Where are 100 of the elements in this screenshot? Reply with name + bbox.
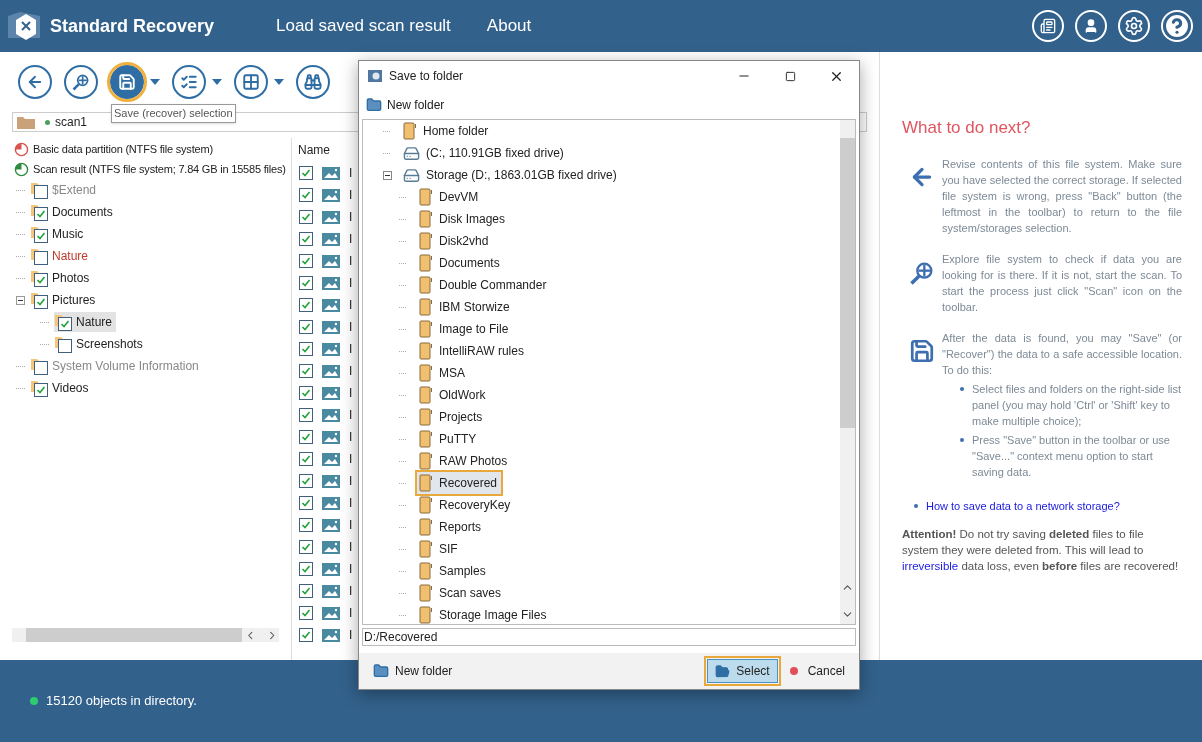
file-name[interactable]: I — [349, 362, 353, 380]
file-name[interactable]: I — [349, 538, 353, 556]
find-button[interactable] — [296, 65, 330, 99]
tree-item[interactable]: (C:, 110.91GB fixed drive) — [401, 142, 568, 164]
checkbox[interactable] — [299, 232, 313, 246]
select-button[interactable]: Select — [707, 659, 778, 683]
tree-item[interactable]: PuTTY — [417, 428, 481, 450]
folder-label[interactable]: Pictures — [52, 291, 96, 309]
checkbox[interactable] — [34, 361, 48, 375]
save-button[interactable] — [110, 65, 144, 99]
checkbox[interactable] — [34, 273, 48, 287]
file-name[interactable]: I — [349, 340, 353, 358]
tree-item[interactable]: Reports — [417, 516, 486, 538]
tree-item[interactable]: Storage Image Files — [417, 604, 551, 624]
tree-item[interactable]: SIF — [417, 538, 462, 560]
checkbox[interactable] — [299, 496, 313, 510]
checkbox[interactable] — [58, 339, 72, 353]
tree-item[interactable]: Double Commander — [417, 274, 551, 296]
checkbox[interactable] — [299, 518, 313, 532]
checkbox[interactable] — [299, 342, 313, 356]
partition-label[interactable]: Basic data partition (NTFS file system) — [33, 140, 213, 158]
nav-link[interactable]: Load saved scan result — [276, 13, 451, 39]
checkbox[interactable] — [299, 452, 313, 466]
tree-item[interactable]: Documents — [417, 252, 504, 274]
file-name[interactable]: I — [349, 164, 353, 182]
file-name[interactable]: I — [349, 516, 353, 534]
checkbox[interactable] — [34, 251, 48, 265]
tree-item[interactable]: IBM Storwize — [417, 296, 514, 318]
tree-item[interactable]: Disk2vhd — [417, 230, 493, 252]
scan-button[interactable] — [64, 65, 98, 99]
tree-item[interactable]: IntelliRAW rules — [417, 340, 528, 362]
file-name[interactable]: I — [349, 472, 353, 490]
checkbox[interactable] — [299, 320, 313, 334]
checkbox[interactable] — [299, 606, 313, 620]
scrollbar-thumb[interactable] — [26, 628, 242, 642]
checkbox[interactable] — [299, 254, 313, 268]
help-button[interactable] — [1161, 10, 1193, 42]
folder-label[interactable]: System Volume Information — [52, 357, 199, 375]
folder-label[interactable]: Music — [52, 225, 84, 243]
back-button[interactable] — [18, 65, 52, 99]
path-field[interactable]: D:/Recovered — [362, 628, 856, 646]
checkbox[interactable] — [299, 298, 313, 312]
irreversible-link[interactable]: irreversible — [902, 560, 959, 572]
tree-item[interactable]: Projects — [417, 406, 487, 428]
checkbox[interactable] — [299, 364, 313, 378]
help-link[interactable]: How to save data to a network storage? — [926, 498, 1120, 514]
file-name[interactable]: I — [349, 560, 353, 578]
tree-item[interactable]: Scan saves — [417, 582, 506, 604]
checkbox[interactable] — [34, 295, 48, 309]
tree-item[interactable]: DevVM — [417, 186, 483, 208]
checkbox[interactable] — [299, 188, 313, 202]
file-name[interactable]: I — [349, 604, 353, 622]
checkbox[interactable] — [299, 628, 313, 642]
folder-label[interactable]: Photos — [52, 269, 90, 287]
folder-label[interactable]: Videos — [52, 379, 89, 397]
tree-item[interactable]: Image to File — [417, 318, 513, 340]
checkbox[interactable] — [299, 166, 313, 180]
collapse-toggle[interactable] — [383, 170, 392, 180]
checkbox[interactable] — [299, 584, 313, 598]
dropdown-caret-icon[interactable] — [212, 79, 222, 85]
file-name[interactable]: I — [349, 186, 353, 204]
file-name[interactable]: I — [349, 296, 353, 314]
dropdown-caret-icon[interactable] — [150, 79, 160, 85]
scrollbar-thumb[interactable] — [840, 138, 855, 428]
checkbox[interactable] — [299, 562, 313, 576]
folder-label[interactable]: Documents — [52, 203, 113, 221]
folder-label[interactable]: Nature — [52, 247, 89, 265]
account-button[interactable] — [1075, 10, 1107, 42]
cancel-button[interactable]: Cancel — [789, 662, 845, 680]
select-button[interactable] — [172, 65, 206, 99]
tree-item[interactable]: MSA — [417, 362, 469, 384]
checkbox[interactable] — [299, 408, 313, 422]
tree-item[interactable]: Recovered — [417, 472, 502, 494]
file-name[interactable]: I — [349, 626, 353, 644]
checkbox[interactable] — [299, 210, 313, 224]
tree-item[interactable]: OldWork — [417, 384, 490, 406]
collapse-toggle[interactable] — [16, 295, 25, 305]
file-name[interactable]: I — [349, 252, 353, 270]
file-name[interactable]: I — [349, 494, 353, 512]
breadcrumb-item[interactable]: scan1 — [45, 113, 88, 131]
tree-item[interactable]: RecoveryKey — [417, 494, 515, 516]
checkbox[interactable] — [34, 207, 48, 221]
file-name[interactable]: I — [349, 384, 353, 402]
new-folder-button[interactable]: New folder — [366, 96, 445, 114]
tree-item[interactable]: RAW Photos — [417, 450, 512, 472]
checkbox[interactable] — [299, 474, 313, 488]
file-name[interactable]: I — [349, 450, 353, 468]
folder-label[interactable]: Screenshots — [76, 335, 143, 353]
file-name[interactable]: I — [349, 230, 353, 248]
view-button[interactable] — [234, 65, 268, 99]
folder-label[interactable]: $Extend — [52, 181, 97, 199]
settings-button[interactable] — [1118, 10, 1150, 42]
file-name[interactable]: I — [349, 208, 353, 226]
checkbox[interactable] — [34, 229, 48, 243]
partition-label[interactable]: Scan result (NTFS file system; 7.84 GB in 15585 files) — [33, 160, 286, 178]
file-name[interactable]: I — [349, 274, 353, 292]
checkbox[interactable] — [34, 383, 48, 397]
file-name[interactable]: I — [349, 582, 353, 600]
checkbox[interactable] — [299, 540, 313, 554]
new-folder-button[interactable]: New folder — [373, 662, 453, 680]
